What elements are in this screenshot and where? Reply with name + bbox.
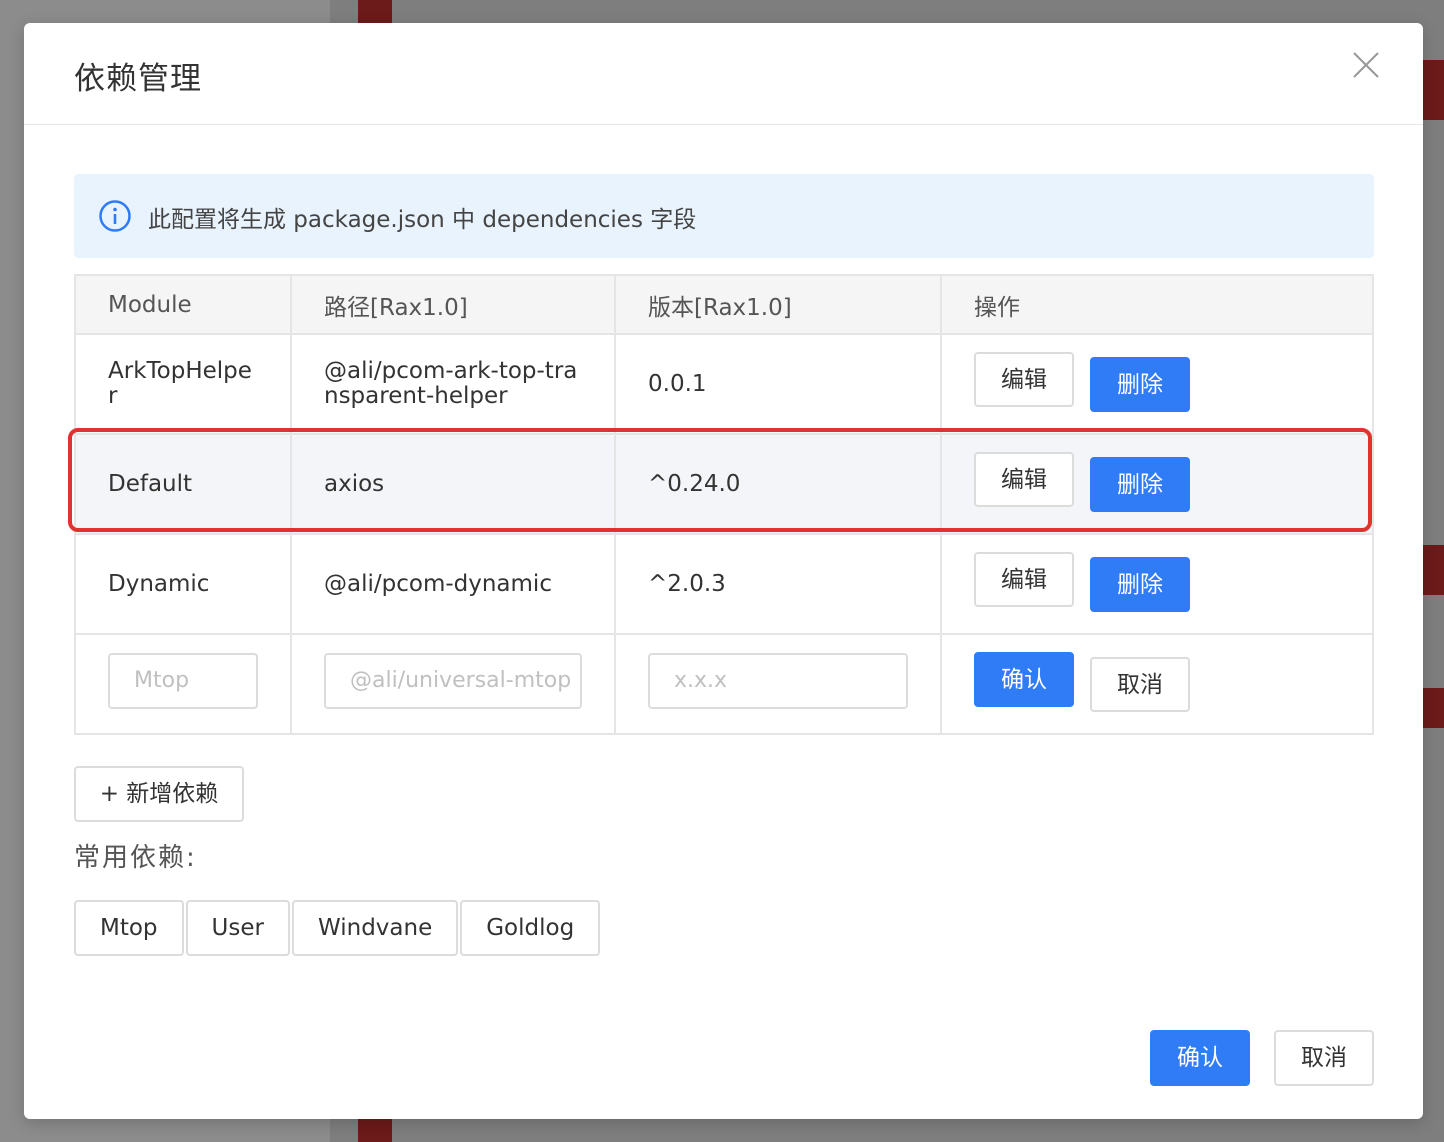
tag-goldlog[interactable]: Goldlog — [460, 900, 601, 956]
delete-button[interactable]: 删除 — [1090, 456, 1190, 512]
delete-button[interactable]: 删除 — [1090, 556, 1190, 612]
edit-button[interactable]: 编辑 — [974, 451, 1074, 507]
cell-actions: 编辑 删除 — [940, 333, 1374, 435]
alert-text: 此配置将生成 package.json 中 dependencies 字段 — [148, 207, 697, 233]
cell-version: 0.0.1 — [614, 333, 942, 435]
cell-module: ArkTopHelper — [74, 333, 292, 435]
header-path: 路径[Rax1.0] — [290, 274, 616, 335]
cell-path: @ali/universal-mtop — [290, 633, 616, 735]
info-icon — [99, 200, 131, 232]
info-alert: 此配置将生成 package.json 中 dependencies 字段 — [74, 174, 1374, 258]
table-row: Default axios ^0.24.0 编辑 删除 — [74, 433, 1374, 535]
module-version: ^0.24.0 — [648, 470, 741, 497]
tag-windvane[interactable]: Windvane — [291, 900, 459, 956]
module-path: @ali/pcom-dynamic — [324, 570, 552, 597]
background-red-tag — [1420, 688, 1444, 728]
dialog-ok-button[interactable]: 确认 — [1150, 1030, 1250, 1086]
cell-module: Dynamic — [74, 533, 292, 635]
edit-button[interactable]: 编辑 — [974, 551, 1074, 607]
delete-button[interactable]: 删除 — [1090, 356, 1190, 412]
cell-path: @ali/pcom-ark-top-transparent-helper — [290, 333, 616, 435]
background-red-tag — [1420, 60, 1444, 120]
cell-module: Mtop — [74, 633, 292, 735]
close-icon[interactable] — [1352, 51, 1380, 79]
cell-actions: 确认 取消 — [940, 633, 1374, 735]
cell-actions: 编辑 删除 — [940, 533, 1374, 635]
confirm-new-button[interactable]: 确认 — [974, 651, 1074, 707]
cell-version: x.x.x — [614, 633, 942, 735]
table-row: Dynamic @ali/pcom-dynamic ^2.0.3 编辑 删除 — [74, 533, 1374, 635]
table-row: ArkTopHelper @ali/pcom-ark-top-transpare… — [74, 333, 1374, 435]
cell-path: @ali/pcom-dynamic — [290, 533, 616, 635]
cancel-new-button[interactable]: 取消 — [1090, 656, 1190, 712]
module-path: axios — [324, 470, 385, 497]
version-input[interactable]: x.x.x — [648, 653, 908, 709]
new-dependency-row: Mtop @ali/universal-mtop x.x.x 确认 取消 — [74, 633, 1374, 735]
common-dependencies-label: 常用依赖: — [74, 843, 197, 873]
dialog-title: 依赖管理 — [74, 61, 202, 97]
module-name: ArkTopHelper — [108, 358, 252, 409]
cell-path: axios — [290, 433, 616, 535]
tag-user[interactable]: User — [185, 900, 290, 956]
table-header-row: Module 路径[Rax1.0] 版本[Rax1.0] 操作 — [74, 274, 1374, 335]
header-version: 版本[Rax1.0] — [614, 274, 942, 335]
edit-button[interactable]: 编辑 — [974, 351, 1074, 407]
module-input[interactable]: Mtop — [108, 653, 258, 709]
common-dependency-tags: Mtop User Windvane Goldlog — [74, 900, 602, 956]
tag-mtop[interactable]: Mtop — [74, 900, 184, 956]
header-module: Module — [74, 274, 292, 335]
header-actions: 操作 — [940, 274, 1374, 335]
add-dependency-button[interactable]: + 新增依赖 — [74, 766, 244, 822]
dialog-cancel-button[interactable]: 取消 — [1274, 1030, 1374, 1086]
cell-module: Default — [74, 433, 292, 535]
path-input[interactable]: @ali/universal-mtop — [324, 653, 582, 709]
cell-version: ^0.24.0 — [614, 433, 942, 535]
dependency-table: Module 路径[Rax1.0] 版本[Rax1.0] 操作 ArkTopHe… — [74, 274, 1374, 735]
module-name: Dynamic — [108, 570, 210, 597]
module-name: Default — [108, 470, 193, 497]
dialog-header: 依赖管理 — [24, 23, 1423, 125]
dependency-dialog: 依赖管理 此配置将生成 package.json 中 dependencies … — [24, 23, 1423, 1119]
background-red-tag — [1420, 545, 1444, 595]
module-version: 0.0.1 — [648, 370, 707, 397]
cell-version: ^2.0.3 — [614, 533, 942, 635]
cell-actions: 编辑 删除 — [940, 433, 1374, 535]
module-version: ^2.0.3 — [648, 570, 726, 597]
module-path: @ali/pcom-ark-top-transparent-helper — [324, 358, 578, 409]
